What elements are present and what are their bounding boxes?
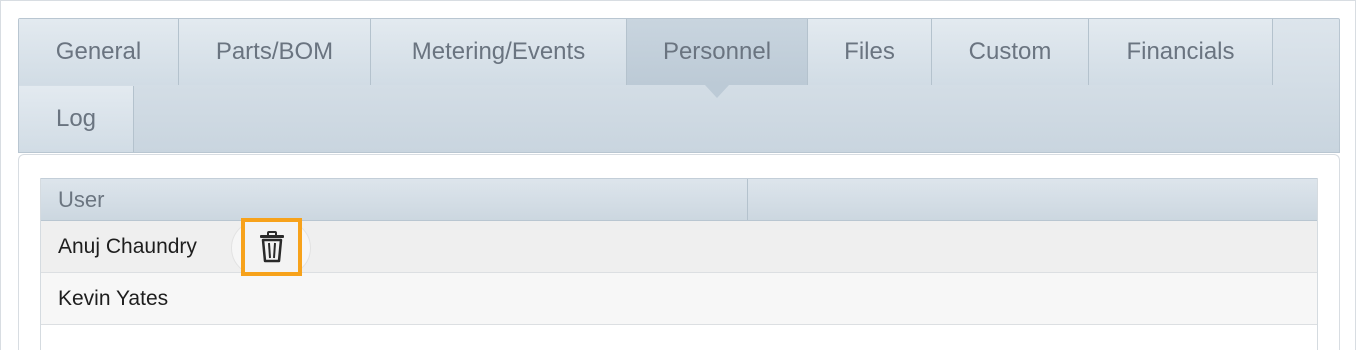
table-row-empty (41, 325, 1317, 350)
user-name: Anuj Chaundry (58, 234, 197, 258)
user-name: Kevin Yates (58, 286, 169, 310)
tab-personnel[interactable]: Personnel (627, 19, 808, 98)
tab-files[interactable]: Files (808, 19, 932, 85)
grid-header: User (41, 178, 1317, 221)
personnel-grid: User Anuj Chaundry Kevin Yates (40, 178, 1318, 350)
delete-button[interactable] (241, 218, 302, 276)
table-row[interactable]: Kevin Yates (41, 273, 1317, 325)
column-header-user[interactable]: User (41, 179, 748, 220)
tab-parts-bom[interactable]: Parts/BOM (179, 19, 371, 85)
tab-log[interactable]: Log (19, 86, 134, 152)
tab-general[interactable]: General (19, 19, 179, 85)
tab-metering-events[interactable]: Metering/Events (371, 19, 627, 85)
tab-financials[interactable]: Financials (1089, 19, 1273, 85)
tab-custom[interactable]: Custom (932, 19, 1089, 85)
trash-icon (259, 231, 284, 263)
